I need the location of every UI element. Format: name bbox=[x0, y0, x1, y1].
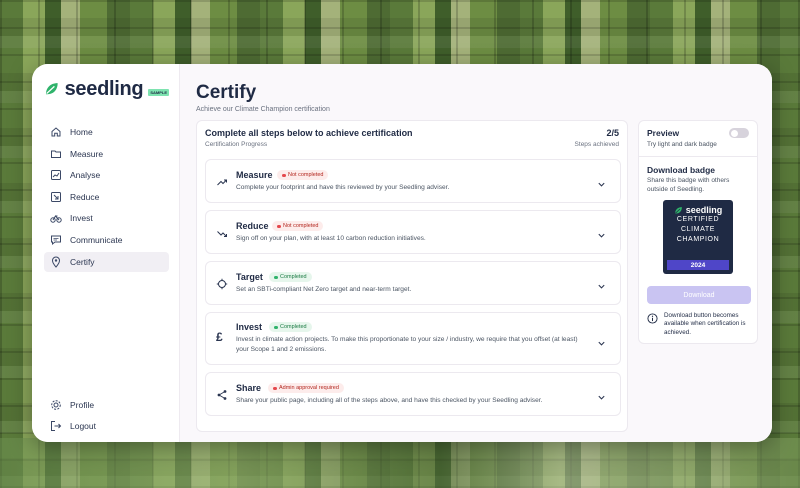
sidebar-bottom-nav: Profile Logout bbox=[44, 395, 169, 438]
status-badge: Admin approval required bbox=[268, 383, 344, 393]
step-title: Invest bbox=[236, 322, 263, 332]
status-badge: Not completed bbox=[277, 170, 329, 180]
badge-line-certified: CERTIFIED bbox=[676, 216, 720, 223]
steps-subtitle: Certification Progress bbox=[205, 141, 268, 148]
chat-icon bbox=[50, 234, 62, 246]
info-icon bbox=[647, 313, 658, 324]
sidebar-item-profile[interactable]: Profile bbox=[44, 395, 169, 415]
chevron-down-icon[interactable] bbox=[597, 176, 606, 187]
bicycle-icon bbox=[50, 212, 62, 224]
sidebar-item-home[interactable]: Home bbox=[44, 122, 169, 142]
download-note: Download button becomes available when c… bbox=[647, 312, 749, 337]
step-description: Set an SBTi-compliant Net Zero target an… bbox=[236, 286, 412, 293]
badge-year: 2024 bbox=[667, 260, 729, 270]
status-badge: Completed bbox=[269, 322, 312, 332]
badge-panel: Preview Try light and dark badge Downloa… bbox=[638, 120, 758, 344]
step-title: Reduce bbox=[236, 221, 269, 231]
chevron-down-icon[interactable] bbox=[597, 278, 606, 289]
trend-up-icon bbox=[216, 175, 228, 187]
sidebar-item-label: Measure bbox=[70, 148, 104, 159]
page-title: Certify bbox=[196, 82, 257, 103]
sidebar-item-communicate[interactable]: Communicate bbox=[44, 230, 169, 250]
pin-icon bbox=[50, 256, 62, 268]
sample-badge: SAMPLE bbox=[148, 89, 169, 96]
step-description: Sign off on your plan, with at least 10 … bbox=[236, 235, 426, 242]
sidebar-item-label: Communicate bbox=[70, 234, 123, 245]
step-title: Target bbox=[236, 272, 263, 282]
status-badge: Completed bbox=[269, 272, 312, 282]
sidebar-item-analyse[interactable]: Analyse bbox=[44, 165, 169, 185]
download-button[interactable]: Download bbox=[647, 286, 751, 304]
step-description: Share your public page, including all of… bbox=[236, 397, 543, 404]
preview-title: Preview bbox=[647, 128, 680, 138]
chart-icon bbox=[50, 169, 62, 181]
step-measure[interactable]: Measure Not completed Complete your foot… bbox=[205, 159, 621, 203]
sidebar-item-reduce[interactable]: Reduce bbox=[44, 187, 169, 207]
brand[interactable]: seedling SAMPLE bbox=[44, 78, 169, 100]
sidebar-item-invest[interactable]: Invest bbox=[44, 208, 169, 228]
logout-icon bbox=[50, 420, 62, 432]
download-title: Download badge bbox=[647, 165, 715, 175]
chevron-down-icon[interactable] bbox=[597, 389, 606, 400]
sidebar-item-label: Certify bbox=[70, 256, 95, 267]
folder-icon bbox=[50, 148, 62, 160]
pound-icon: £ bbox=[216, 330, 223, 344]
step-reduce[interactable]: Reduce Not completed Sign off on your pl… bbox=[205, 210, 621, 254]
chevron-down-icon[interactable] bbox=[597, 335, 606, 346]
steps-title: Complete all steps below to achieve cert… bbox=[205, 128, 413, 138]
sidebar-item-label: Analyse bbox=[70, 170, 101, 181]
sidebar-item-label: Invest bbox=[70, 213, 93, 224]
badge-line-champion: CHAMPION bbox=[676, 236, 720, 243]
step-target[interactable]: Target Completed Set an SBTi-compliant N… bbox=[205, 261, 621, 305]
step-title: Share bbox=[236, 383, 262, 393]
trend-down-icon bbox=[216, 227, 228, 239]
badge-brand: seedling bbox=[685, 205, 723, 215]
badge-line-climate: CLIMATE bbox=[680, 226, 716, 233]
share-icon bbox=[216, 388, 228, 400]
sidebar-item-label: Home bbox=[70, 127, 93, 137]
app-window: seedling SAMPLE Home Measure Analyse Red… bbox=[32, 64, 772, 442]
arrow-down-right-icon bbox=[50, 191, 62, 203]
preview-subtitle: Try light and dark badge bbox=[647, 141, 717, 148]
home-icon bbox=[50, 126, 62, 138]
step-share[interactable]: Share Admin approval required Share your… bbox=[205, 372, 621, 416]
sidebar-item-label: Logout bbox=[70, 421, 96, 432]
seedling-logo-icon bbox=[674, 206, 682, 214]
gear-icon bbox=[50, 399, 62, 411]
sidebar-item-label: Reduce bbox=[70, 191, 100, 202]
page-subtitle: Achieve our Climate Champion certificati… bbox=[196, 106, 330, 113]
steps-count-label: Steps achieved bbox=[574, 141, 619, 148]
seedling-logo-icon bbox=[45, 83, 58, 95]
sidebar-nav: Home Measure Analyse Reduce Invest Commu… bbox=[44, 122, 169, 272]
steps-count: 2/5 bbox=[606, 128, 619, 138]
certification-steps-card: Complete all steps below to achieve cert… bbox=[196, 120, 628, 432]
step-description: Complete your footprint and have this re… bbox=[236, 184, 450, 191]
brand-name: seedling bbox=[64, 77, 144, 100]
download-subtitle: Share this badge with others outside of … bbox=[647, 177, 730, 193]
theme-toggle[interactable] bbox=[729, 128, 749, 138]
step-title: Measure bbox=[236, 170, 273, 180]
download-note-text: Download button becomes available when c… bbox=[664, 312, 746, 336]
divider bbox=[639, 156, 757, 157]
sidebar-item-certify[interactable]: Certify bbox=[44, 251, 169, 272]
crosshair-icon bbox=[216, 277, 228, 290]
status-badge: Not completed bbox=[272, 221, 324, 231]
sidebar-item-label: Profile bbox=[70, 399, 95, 410]
steps-header: Complete all steps below to achieve cert… bbox=[205, 128, 619, 148]
sidebar-item-logout[interactable]: Logout bbox=[44, 416, 169, 436]
step-invest[interactable]: £ Invest Completed Invest in climate act… bbox=[205, 312, 621, 365]
chevron-down-icon[interactable] bbox=[597, 227, 606, 238]
sidebar: seedling SAMPLE Home Measure Analyse Red… bbox=[32, 64, 180, 442]
sidebar-item-measure[interactable]: Measure bbox=[44, 144, 169, 164]
certification-badge: seedling CERTIFIED CLIMATE CHAMPION 2024 bbox=[663, 200, 733, 274]
step-description: Invest in climate action projects. To ma… bbox=[236, 336, 578, 353]
